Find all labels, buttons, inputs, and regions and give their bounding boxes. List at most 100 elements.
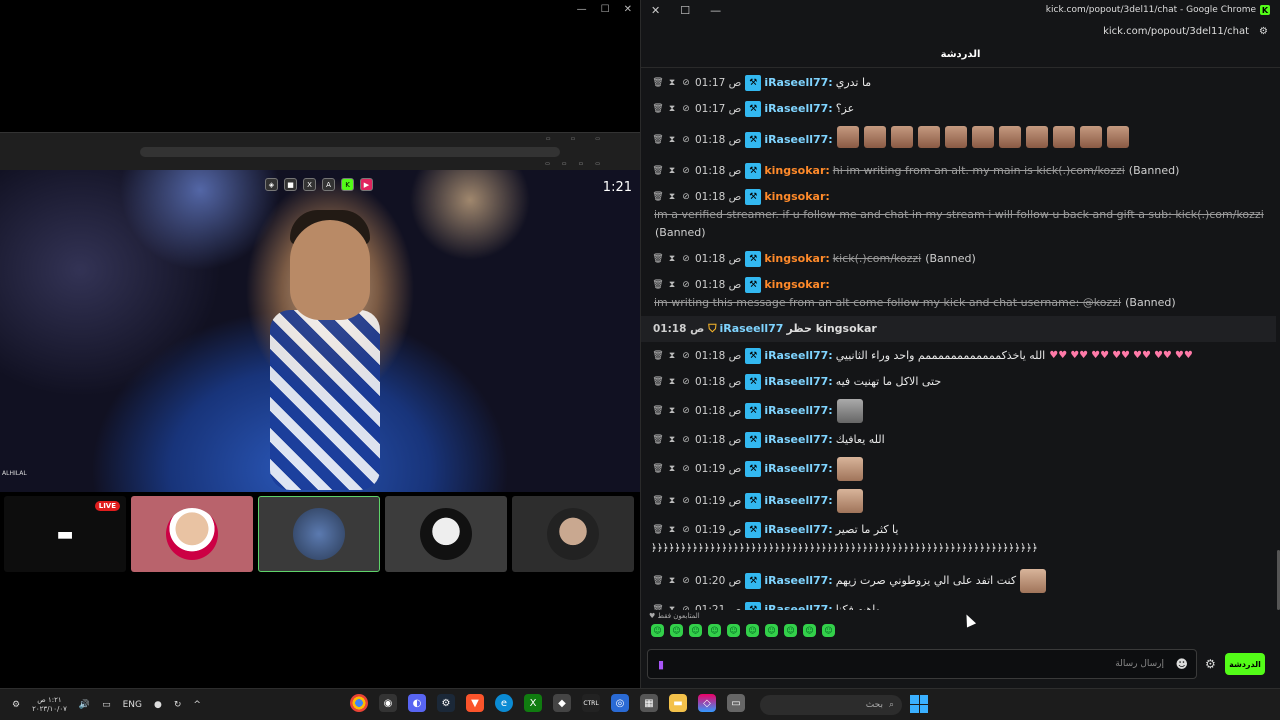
tune-icon[interactable]: ⚙ — [1259, 26, 1268, 37]
chat-message[interactable]: 🗑 ⧗ ⊘ 01:18 ص ⚒ iRaseell77: — [641, 395, 1277, 427]
timeout-icon[interactable]: ⧗ — [665, 572, 679, 590]
trash-icon[interactable]: 🗑 — [651, 431, 665, 449]
store-icon[interactable]: ▦ — [640, 694, 658, 712]
chat-message[interactable]: 🗑 ⧗ ⊘ 01:21 ص ⚒ iRaseell77: واهيه فكنا — [641, 597, 1277, 610]
trash-icon[interactable]: 🗑 — [651, 347, 665, 365]
message-username[interactable]: iRaseell77: — [764, 492, 832, 510]
timeout-icon[interactable]: ⧗ — [665, 521, 679, 539]
chat-message[interactable]: 🗑 ⧗ ⊘ 01:19 ص ⚒ iRaseell77: — [641, 453, 1277, 485]
ban-icon[interactable]: ⊘ — [679, 373, 693, 391]
send-chat-button[interactable]: الدردشة — [1225, 653, 1265, 675]
ban-icon[interactable]: ⊘ — [679, 431, 693, 449]
mic-icon[interactable]: ▮ — [658, 658, 664, 671]
ban-icon[interactable]: ⊘ — [679, 460, 693, 478]
message-username[interactable]: iRaseell77: — [764, 601, 832, 610]
chat-scrollbar[interactable] — [1276, 70, 1280, 610]
emoji-icon[interactable]: ☻ — [1175, 657, 1188, 671]
message-username[interactable]: iRaseell77: — [764, 402, 832, 420]
timeout-icon[interactable]: ⧗ — [665, 162, 679, 180]
app-icon-10[interactable]: ◎ — [611, 694, 629, 712]
timeout-icon[interactable]: ⧗ — [665, 402, 679, 420]
url-bar[interactable]: kick.com/popout/3del11/chat ⚙ — [641, 20, 1280, 42]
message-username[interactable]: iRaseell77: — [764, 572, 832, 590]
emote-icon[interactable]: ☺ — [670, 624, 683, 637]
maximize-icon[interactable]: ☐ — [601, 4, 610, 15]
message-username[interactable]: iRaseell77: — [764, 431, 832, 449]
trash-icon[interactable]: 🗑 — [651, 74, 665, 92]
trash-icon[interactable]: 🗑 — [651, 572, 665, 590]
message-username[interactable]: kingsokar: — [764, 188, 829, 206]
overlay-icon-1[interactable]: ◈ — [265, 178, 278, 191]
overlay-icon-2[interactable]: ■ — [284, 178, 297, 191]
chevron-up-icon[interactable]: ^ — [193, 700, 201, 710]
overlay-icon-6[interactable]: ▶ — [360, 178, 373, 191]
chat-message[interactable]: 🗑 ⧗ ⊘ 01:19 ص ⚒ iRaseell77: يا كثر ما تصير — [641, 517, 1277, 543]
video-player[interactable]: ◈ ■ X A K ▶ 1:21 ALHILAL — [0, 170, 640, 492]
thumb-participant-3[interactable] — [385, 496, 507, 572]
ban-icon[interactable]: ⊘ — [679, 162, 693, 180]
ban-icon[interactable]: ⊘ — [679, 74, 693, 92]
emote-icon[interactable]: ☺ — [708, 624, 721, 637]
timeout-icon[interactable]: ⧗ — [665, 431, 679, 449]
overlay-icon-4[interactable]: A — [322, 178, 335, 191]
emote-icon[interactable]: ☺ — [822, 624, 835, 637]
message-username[interactable]: iRaseell77: — [764, 131, 832, 149]
timeout-icon[interactable]: ⧗ — [665, 100, 679, 118]
timeout-icon[interactable]: ⧗ — [665, 601, 679, 610]
message-username[interactable]: kingsokar: — [764, 276, 829, 294]
attached-image[interactable] — [836, 489, 863, 513]
chat-message[interactable]: 🗑 ⧗ ⊘ 01:20 ص ⚒ iRaseell77: كنت اتفد على الي ي… — [641, 565, 1277, 597]
chat-message[interactable]: 🗑 ⧗ ⊘ 01:18 ص ⚒ kingsokar: im a verified strea… — [641, 184, 1277, 246]
chat-message[interactable]: 🗑 ⧗ ⊘ 01:17 ص ⚒ iRaseell77: عز؟ — [641, 96, 1277, 122]
message-username[interactable]: iRaseell77: — [764, 100, 832, 118]
attached-image[interactable] — [836, 399, 863, 423]
timeout-icon[interactable]: ⧗ — [665, 131, 679, 149]
emote-icon[interactable]: ☺ — [784, 624, 797, 637]
nested-address-bar[interactable] — [140, 147, 560, 157]
chat-message[interactable]: 🗑 ⧗ ⊘ 01:18 ص ⚒ iRaseell77: حتى الاكل ما تهنيت… — [641, 369, 1277, 395]
message-username[interactable]: iRaseell77: — [764, 74, 832, 92]
trash-icon[interactable]: 🗑 — [651, 131, 665, 149]
overlay-icon-3[interactable]: X — [303, 178, 316, 191]
clock[interactable]: ١:٢١ ص ٢٠٢٣/١٠/٠٧ — [32, 696, 67, 714]
trash-icon[interactable]: 🗑 — [651, 460, 665, 478]
chat-message[interactable]: 01:18 ص ⛉ iRaseell77 حظر kingsokar — [641, 316, 1277, 342]
ban-icon[interactable]: ⊘ — [679, 521, 693, 539]
settings-icon[interactable]: ⚙ — [1205, 657, 1217, 671]
chat-message[interactable]: 🗑 ⧗ ⊘ 01:18 ص ⚒ iRaseell77: الله يعافيك — [641, 427, 1277, 453]
chat-messages[interactable]: 🗑 ⧗ ⊘ 01:17 ص ⚒ iRaseell77: ما تدري 🗑 ⧗ ⊘ 01:17 ص ⚒… — [641, 70, 1277, 610]
close-icon[interactable]: ✕ — [624, 4, 632, 15]
thumb-screen[interactable]: ▬ LIVE — [4, 496, 126, 572]
edge-icon[interactable]: e — [495, 694, 513, 712]
chat-message[interactable]: 🗑 ⧗ ⊘ 01:18 ص ⚒ iRaseell77: — [641, 122, 1277, 158]
microphone-icon[interactable]: ● — [154, 700, 162, 710]
ban-icon[interactable]: ⊘ — [679, 572, 693, 590]
minimize-icon[interactable]: — — [577, 4, 587, 15]
chat-message[interactable]: 🗑 ⧗ ⊘ 01:17 ص ⚒ iRaseell77: ما تدري — [641, 70, 1277, 96]
chat-message[interactable]: 🗑 ⧗ ⊘ 01:18 ص ⚒ kingsokar: im writing this mes… — [641, 272, 1277, 316]
message-username[interactable]: kingsokar: — [764, 162, 829, 180]
gear-icon[interactable]: ⚙ — [12, 700, 20, 710]
trash-icon[interactable]: 🗑 — [651, 402, 665, 420]
copilot-icon[interactable]: ◇ — [698, 694, 716, 712]
chat-message[interactable]: 🗑 ⧗ ⊘ 01:18 ص ⚒ kingsokar: hi im writing from … — [641, 158, 1277, 184]
trash-icon[interactable]: 🗑 — [651, 601, 665, 610]
maximize-icon[interactable]: ☐ — [680, 4, 690, 17]
ctrl-icon[interactable]: CTRL — [582, 694, 600, 712]
trash-icon[interactable]: 🗑 — [651, 188, 665, 206]
trash-icon[interactable]: 🗑 — [651, 100, 665, 118]
battery-icon[interactable]: ▭ — [102, 700, 111, 710]
thumb-participant-1[interactable] — [131, 496, 253, 572]
volume-icon[interactable]: 🔊 — [79, 700, 90, 710]
emote-icon[interactable]: ☺ — [803, 624, 816, 637]
ban-icon[interactable]: ⊘ — [679, 276, 693, 294]
windows-start-icon[interactable] — [910, 695, 928, 713]
trash-icon[interactable]: 🗑 — [651, 250, 665, 268]
timeout-icon[interactable]: ⧗ — [665, 74, 679, 92]
trash-icon[interactable]: 🗑 — [651, 521, 665, 539]
thumb-participant-4[interactable] — [512, 496, 634, 572]
overlay-icon-5[interactable]: K — [341, 178, 354, 191]
sync-icon[interactable]: ↻ — [174, 700, 182, 710]
chat-message[interactable]: 🗑 ⧗ ⊘ 01:18 ص ⚒ iRaseell77: الله ياخذكمممممممم… — [641, 342, 1277, 369]
ban-icon[interactable]: ⊘ — [679, 250, 693, 268]
